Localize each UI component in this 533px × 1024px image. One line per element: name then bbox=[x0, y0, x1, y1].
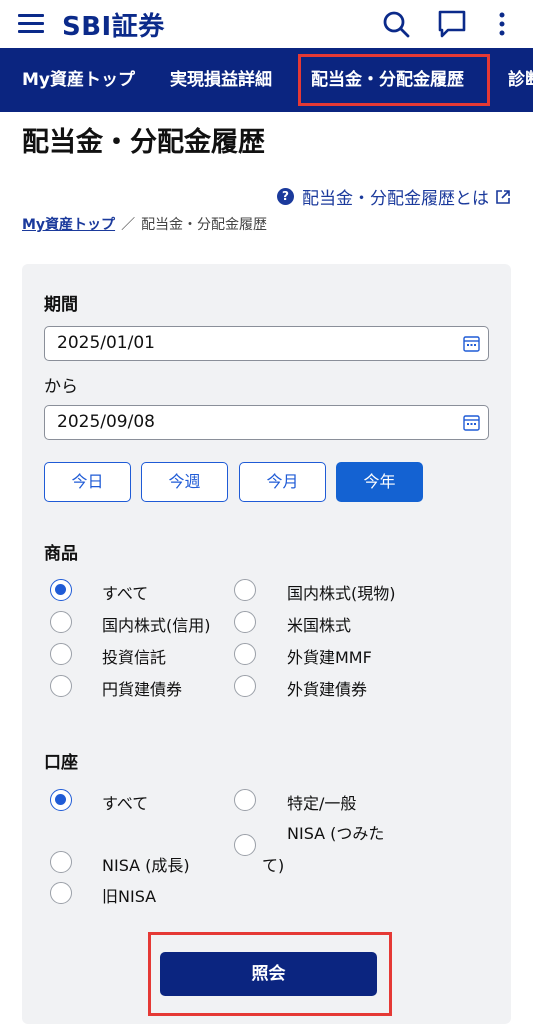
help-icon: ? bbox=[277, 188, 294, 205]
nav-tab-realized-pl[interactable]: 実現損益詳細 bbox=[170, 48, 272, 112]
more-vert-icon[interactable] bbox=[490, 8, 522, 40]
chat-icon[interactable] bbox=[436, 8, 468, 40]
nav-tab-dividend-history[interactable]: 配当金・分配金履歴 bbox=[298, 48, 490, 112]
product-option-label: すべて bbox=[102, 584, 149, 603]
logo[interactable]: SBI証券 bbox=[62, 6, 165, 43]
account-option-label: 旧NISA bbox=[102, 887, 157, 906]
to-date-value: 2025/09/08 bbox=[57, 412, 155, 432]
from-date-input[interactable]: 2025/01/01 bbox=[44, 326, 489, 361]
account-radio-nisa-tsumitate[interactable] bbox=[234, 834, 256, 856]
inquiry-button[interactable]: 照会 bbox=[160, 952, 377, 996]
product-option-label: 国内株式(信用) bbox=[102, 616, 211, 635]
top-header: SBI証券 bbox=[0, 0, 533, 48]
product-option-label: 投資信託 bbox=[102, 648, 167, 667]
product-radio-all[interactable] bbox=[50, 579, 72, 601]
page-title: 配当金・分配金履歴 bbox=[22, 127, 265, 158]
account-label: 口座 bbox=[44, 753, 78, 773]
this-year-button[interactable]: 今年 bbox=[336, 462, 423, 502]
account-radio-specific-general[interactable] bbox=[234, 789, 256, 811]
nav-tab-dividend-history-label: 配当金・分配金履歴 bbox=[311, 70, 464, 90]
calendar-icon[interactable] bbox=[463, 414, 480, 431]
breadcrumb: My資産トップ ／ 配当金・分配金履歴 bbox=[22, 214, 267, 234]
product-radio-yen-bond[interactable] bbox=[50, 675, 72, 697]
to-date-input[interactable]: 2025/09/08 bbox=[44, 405, 489, 440]
menu-icon[interactable] bbox=[18, 12, 44, 34]
nav-tab-diagnosis[interactable]: 診断 bbox=[508, 48, 533, 112]
from-label: から bbox=[44, 377, 78, 397]
breadcrumb-separator: ／ bbox=[121, 217, 136, 233]
breadcrumb-home-link[interactable]: My資産トップ bbox=[22, 217, 115, 233]
product-option-label: 外貨建MMF bbox=[287, 648, 372, 667]
from-date-value: 2025/01/01 bbox=[57, 333, 155, 353]
product-radio-us-stock[interactable] bbox=[234, 611, 256, 633]
this-week-button[interactable]: 今週 bbox=[141, 462, 228, 502]
account-option-label: NISA (成長) bbox=[102, 856, 190, 875]
account-option-label-wrap: て) bbox=[262, 856, 285, 875]
help-link-label: 配当金・分配金履歴とは bbox=[302, 189, 489, 209]
account-radio-old-nisa[interactable] bbox=[50, 882, 72, 904]
period-label: 期間 bbox=[44, 295, 78, 315]
calendar-icon[interactable] bbox=[463, 335, 480, 352]
external-link-icon bbox=[496, 189, 510, 204]
nav-bar: My資産トップ 実現損益詳細 配当金・分配金履歴 診断 bbox=[0, 48, 533, 112]
today-button[interactable]: 今日 bbox=[44, 462, 131, 502]
this-month-button[interactable]: 今月 bbox=[239, 462, 326, 502]
product-option-label: 米国株式 bbox=[287, 616, 352, 635]
nav-tab-my-assets[interactable]: My資産トップ bbox=[22, 48, 135, 112]
account-option-label: すべて bbox=[102, 794, 149, 813]
submit-highlight-box: 照会 bbox=[148, 932, 392, 1016]
product-option-label: 外貨建債券 bbox=[287, 680, 368, 699]
account-radio-all[interactable] bbox=[50, 789, 72, 811]
product-radio-mutual-fund[interactable] bbox=[50, 643, 72, 665]
product-label: 商品 bbox=[44, 544, 78, 564]
search-panel: 期間 2025/01/01 から 2025/09/08 今日 今週 今月 今年 … bbox=[22, 264, 511, 1024]
breadcrumb-current: 配当金・分配金履歴 bbox=[141, 217, 268, 233]
product-radio-foreign-bond[interactable] bbox=[234, 675, 256, 697]
product-option-label: 円貨建債券 bbox=[102, 680, 183, 699]
account-option-label: 特定/一般 bbox=[287, 794, 357, 813]
account-option-label: NISA (つみた bbox=[287, 824, 385, 843]
search-icon[interactable] bbox=[380, 8, 412, 40]
product-radio-domestic-margin[interactable] bbox=[50, 611, 72, 633]
product-option-label: 国内株式(現物) bbox=[287, 584, 396, 603]
account-radio-nisa-growth[interactable] bbox=[50, 851, 72, 873]
product-radio-foreign-mmf[interactable] bbox=[234, 643, 256, 665]
product-radio-domestic-cash[interactable] bbox=[234, 579, 256, 601]
help-link[interactable]: ? 配当金・分配金履歴とは bbox=[277, 184, 511, 209]
